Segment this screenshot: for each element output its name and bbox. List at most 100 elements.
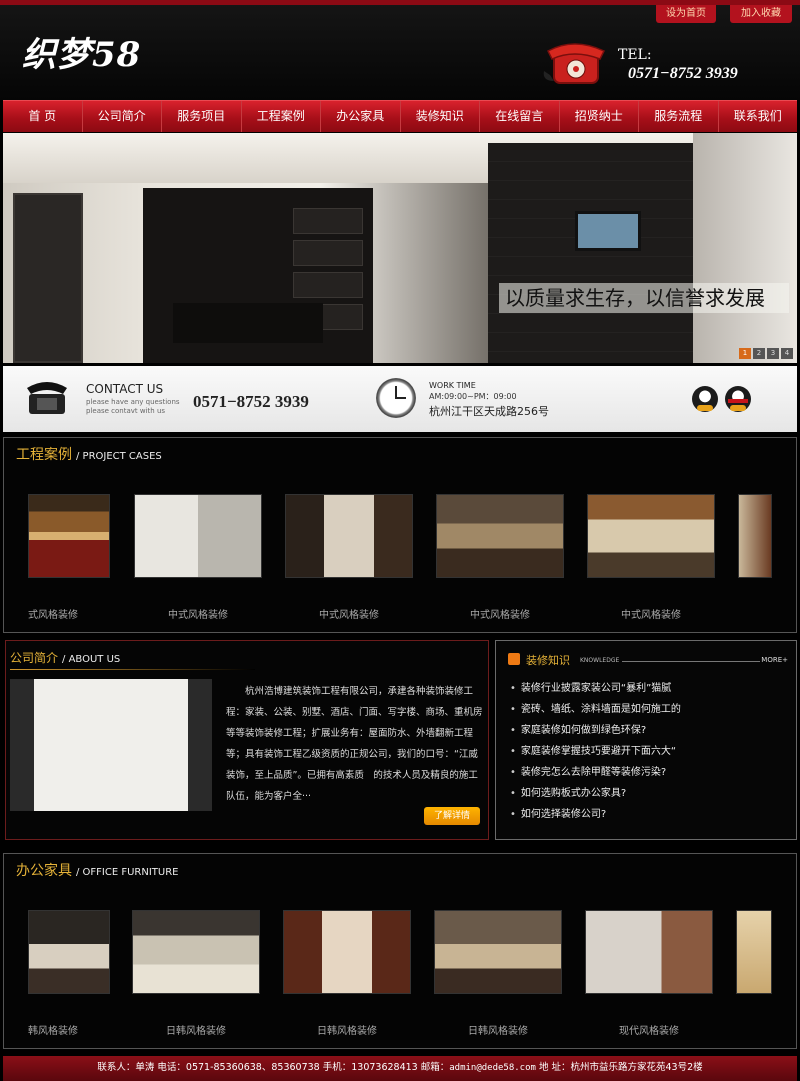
section-title: 办公家具 / OFFICE FURNITURE — [16, 860, 179, 880]
contact-bar: CONTACT US please have any questions ple… — [3, 366, 797, 432]
nav-jobs[interactable]: 招贤纳士 — [560, 101, 639, 132]
furniture-thumbnail[interactable] — [132, 910, 260, 994]
furniture-thumbnail[interactable] — [585, 910, 713, 994]
nav-furniture[interactable]: 办公家具 — [321, 101, 401, 132]
case-thumbnail[interactable] — [436, 494, 564, 578]
case-thumbnail[interactable] — [134, 494, 262, 578]
nav-cases[interactable]: 工程案例 — [242, 101, 321, 132]
footer-address: 地 址：杭州市益乐路方家花苑43号2楼 — [535, 1062, 703, 1073]
furniture-image — [586, 911, 712, 993]
project-cases-section: 工程案例 / PROJECT CASES 式风格装修 中式风格装修 中式风格装修 … — [3, 437, 797, 633]
nav-contact[interactable]: 联系我们 — [719, 101, 798, 132]
furniture-image — [133, 911, 259, 993]
furniture-image — [435, 911, 561, 993]
banner-pager: 1 2 3 4 — [739, 348, 793, 359]
divider — [10, 669, 255, 670]
banner-page-4[interactable]: 4 — [781, 348, 793, 359]
knowledge-title: 装修知识 — [526, 654, 570, 667]
nav-about[interactable]: 公司简介 — [83, 101, 162, 132]
case-thumbnail[interactable] — [738, 494, 772, 578]
knowledge-item[interactable]: 装修完怎么去除甲醛等装修污染? — [510, 762, 681, 783]
nav-home[interactable]: 首 页 — [3, 101, 83, 132]
banner-shelf — [293, 272, 363, 298]
top-links: 设为首页 加入收藏 — [656, 5, 792, 23]
tel-number: 0571−8752 3939 — [628, 65, 738, 82]
furniture-label[interactable]: 日韩风格装修 — [283, 1022, 411, 1037]
header: 设为首页 加入收藏 织梦58 TEL: 0571−8752 3939 — [0, 0, 800, 100]
banner-shelf — [293, 240, 363, 266]
furniture-label[interactable]: 日韩风格装修 — [132, 1022, 260, 1037]
site-logo[interactable]: 织梦58 — [22, 27, 141, 76]
knowledge-item[interactable]: 如何选购板式办公家具? — [510, 783, 681, 804]
furniture-label[interactable]: 日韩风格装修 — [434, 1022, 562, 1037]
work-time-label: WORK TIME — [429, 381, 476, 390]
living-room-image — [10, 679, 212, 811]
case-label[interactable]: 中式风格装修 — [436, 606, 564, 621]
case-image — [739, 495, 771, 577]
furniture-thumbnail[interactable] — [736, 910, 772, 994]
banner-tv — [575, 211, 641, 251]
banner-page-2[interactable]: 2 — [753, 348, 765, 359]
knowledge-item[interactable]: 装修行业披露家装公司“暴利”猫腻 — [510, 678, 681, 699]
case-label[interactable]: 中式风格装修 — [134, 606, 262, 621]
about-title: 公司简介 — [10, 651, 59, 665]
about-more-button[interactable]: 了解详情 — [424, 807, 480, 825]
cases-title: 工程案例 — [16, 447, 72, 463]
furniture-label[interactable]: 韩风格装修 — [28, 1022, 88, 1037]
banner-page-1[interactable]: 1 — [739, 348, 751, 359]
footer: 联系人：单涛 电话：0571-85360638、85360738 手机：1307… — [3, 1056, 797, 1081]
furniture-thumbnail[interactable] — [28, 910, 110, 994]
knowledge-item[interactable]: 家庭装修如何做到绿色环保? — [510, 720, 681, 741]
main-nav: 首 页 公司简介 服务项目 工程案例 办公家具 装修知识 在线留言 招贤纳士 服… — [3, 100, 797, 132]
knowledge-item[interactable]: 如何选择装修公司? — [510, 804, 681, 825]
rss-icon — [508, 653, 520, 665]
clock-hand — [395, 397, 406, 399]
set-homepage-link[interactable]: 设为首页 — [656, 5, 716, 23]
section-title: 工程案例 / PROJECT CASES — [16, 444, 162, 464]
about-title-en: / ABOUT US — [62, 654, 121, 665]
add-favorite-link[interactable]: 加入收藏 — [730, 5, 792, 23]
footer-email[interactable]: admin@dede58.com — [449, 1063, 536, 1073]
about-title-wrap: 公司简介 / ABOUT US — [10, 649, 120, 666]
case-label[interactable]: 中式风格装修 — [587, 606, 715, 621]
furniture-title-en: / OFFICE FURNITURE — [76, 867, 179, 878]
contact-title: CONTACT US — [86, 382, 164, 396]
knowledge-title-en: KNOWLEDGE — [580, 657, 620, 664]
knowledge-item[interactable]: 家庭装修掌握技巧要避开下面六大“ — [510, 741, 681, 762]
furniture-thumbnail[interactable] — [434, 910, 562, 994]
case-image — [437, 495, 563, 577]
tel-label: TEL: — [618, 47, 652, 63]
case-image — [588, 495, 714, 577]
desk-phone-icon — [27, 382, 67, 414]
case-image — [286, 495, 412, 577]
furniture-thumbnail[interactable] — [283, 910, 411, 994]
furniture-label[interactable]: 现代风格装修 — [585, 1022, 713, 1037]
qq-chat-icon[interactable] — [692, 386, 718, 412]
banner-dining-table — [173, 303, 323, 343]
case-thumbnail[interactable] — [28, 494, 110, 578]
clock-icon — [376, 378, 416, 418]
case-label[interactable]: 中式风格装修 — [285, 606, 413, 621]
knowledge-list: 装修行业披露家装公司“暴利”猫腻 瓷砖、墙纸、涂料墙面是如何施工的 家庭装修如何… — [510, 678, 681, 825]
contact-phone-number: 0571−8752 3939 — [193, 392, 309, 411]
qq-chat-icon[interactable] — [725, 386, 751, 412]
work-hours: AM:09:00~PM：09:00 — [429, 392, 517, 401]
footer-contact: 联系人：单涛 电话：0571-85360638、85360738 手机：1307… — [97, 1062, 450, 1073]
nav-message[interactable]: 在线留言 — [480, 101, 560, 132]
case-thumbnail[interactable] — [285, 494, 413, 578]
about-section: 公司简介 / ABOUT US 杭州浩博建筑装饰工程有限公司，承建各种装饰装修工程… — [5, 640, 489, 840]
banner-door — [13, 193, 83, 363]
knowledge-item[interactable]: 瓷砖、墙纸、涂料墙面是如何施工的 — [510, 699, 681, 720]
knowledge-more-link[interactable]: MORE+ — [761, 656, 788, 664]
nav-services[interactable]: 服务项目 — [162, 101, 242, 132]
knowledge-section: 装修知识 KNOWLEDGE MORE+ 装修行业披露家装公司“暴利”猫腻 瓷砖… — [495, 640, 797, 840]
case-label[interactable]: 式风格装修 — [28, 606, 78, 621]
cases-title-en: / PROJECT CASES — [76, 451, 162, 462]
contact-address: 杭州江干区天成路256号 — [429, 405, 549, 418]
banner-page-3[interactable]: 3 — [767, 348, 779, 359]
furniture-image — [284, 911, 410, 993]
nav-knowledge[interactable]: 装修知识 — [401, 101, 480, 132]
nav-process[interactable]: 服务流程 — [639, 101, 719, 132]
hero-banner[interactable]: 以质量求生存，以信誉求发展 1 2 3 4 — [3, 133, 797, 363]
case-thumbnail[interactable] — [587, 494, 715, 578]
